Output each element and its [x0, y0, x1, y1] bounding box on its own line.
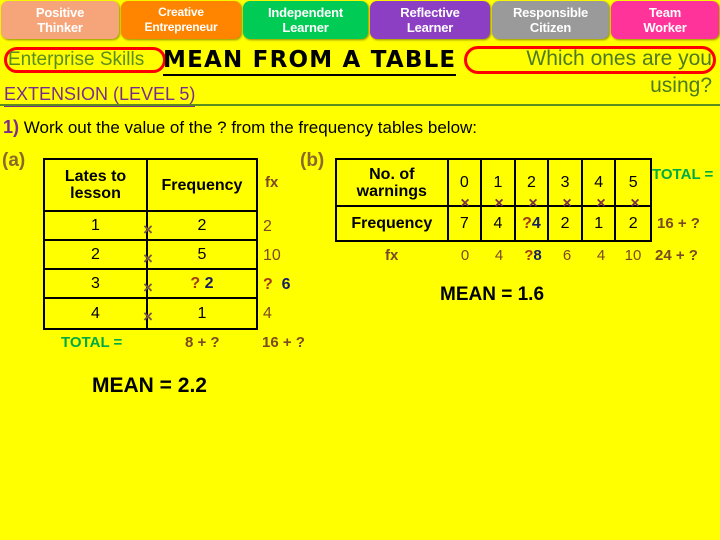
skill-tab-positive-thinker[interactable]: Positive Thinker: [1, 1, 119, 39]
answer-value: 4: [531, 214, 541, 232]
skill-label-line2: Learner: [282, 20, 329, 35]
table-a-fx-value: 4: [263, 305, 272, 322]
unknown-marker: ?: [190, 274, 201, 292]
answer-value: 2: [204, 274, 214, 292]
table-b-total-label: TOTAL =: [652, 166, 714, 183]
table-a-total-label: TOTAL =: [61, 334, 123, 351]
skill-label-line1: Team: [648, 5, 682, 20]
table-b-fx-value: ?8: [516, 247, 550, 264]
table-a-fx-value: ? 6: [263, 276, 303, 294]
unknown-marker: ?: [263, 276, 273, 293]
skill-label-line2: Entrepreneur: [144, 20, 218, 34]
table-b-row-label-frequency: Frequency: [337, 207, 449, 240]
table-b-fx-label: fx: [385, 247, 399, 264]
question-line: 1) Work out the value of the ? from the …: [3, 117, 477, 138]
table-a-cell-value: 2: [45, 241, 148, 268]
table-b-fx-value: 10: [624, 247, 642, 264]
table-a-header-frequency: Frequency: [161, 176, 243, 194]
table-b-fx-value: 0: [460, 247, 470, 264]
answer-value: 8: [533, 247, 542, 264]
skills-bar: Positive Thinker Creative Entrepreneur I…: [0, 0, 720, 40]
table-a-fx-value: 2: [263, 218, 272, 235]
question-number: 1): [3, 117, 20, 137]
skill-tab-responsible-citizen[interactable]: Responsible Citizen: [492, 1, 609, 39]
table-b-total-frequency: 16 + ?: [657, 215, 700, 232]
table-b-total-fx: 24 + ?: [655, 247, 698, 264]
table-a-header-row: Lates to lesson Frequency: [45, 160, 256, 212]
skill-label-line1: Independent: [267, 5, 344, 20]
table-a-cell-frequency: 5: [197, 245, 207, 263]
table-a-total-fx: 16 + ?: [262, 334, 305, 351]
table-b-fx-value: 6: [562, 247, 572, 264]
part-b-label: (b): [300, 150, 325, 171]
skill-label-line1: Responsible: [512, 5, 589, 20]
enterprise-skills-label: Enterprise Skills: [8, 49, 145, 70]
table-a-header-value: Lates to lesson: [45, 160, 148, 210]
skill-tab-reflective-learner[interactable]: Reflective Learner: [370, 1, 490, 39]
table-b-fx-value: 4: [596, 247, 606, 264]
skill-label-line1: Reflective: [400, 5, 460, 20]
multiply-icon: ×: [143, 307, 153, 326]
table-a-cell-value: 3: [45, 270, 148, 297]
table-a-cell-value: 4: [45, 299, 148, 328]
multiply-icon: ×: [143, 220, 153, 239]
skill-label-line1: Positive: [35, 5, 85, 20]
table-a-cell-frequency: ? 2: [148, 270, 256, 297]
multiply-icon: ×: [143, 278, 153, 297]
part-b-mean-result: MEAN = 1.6: [440, 284, 545, 305]
frequency-table-a: Lates to lesson Frequency 1 2 2 5 3 ? 2 …: [43, 158, 258, 330]
skill-tab-independent-learner[interactable]: Independent Learner: [243, 1, 368, 39]
table-a-fx-label: fx: [265, 174, 279, 191]
multiply-icon: ×: [630, 195, 640, 212]
skill-tab-team-worker[interactable]: Team Worker: [611, 1, 719, 39]
skill-label-line2: Citizen: [529, 20, 572, 35]
table-a-total-frequency: 8 + ?: [185, 334, 220, 351]
table-b-label-line2: warnings: [356, 182, 427, 200]
table-a-header-line1: Lates to: [64, 168, 127, 185]
part-a-mean-result: MEAN = 2.2: [92, 374, 207, 397]
table-a-header-line2: lesson: [70, 185, 121, 202]
skill-tab-creative-entrepreneur[interactable]: Creative Entrepreneur: [121, 1, 241, 39]
skill-label-line2: Thinker: [37, 20, 83, 35]
multiply-icon: ×: [562, 195, 572, 212]
multiply-icon: ×: [460, 195, 470, 212]
table-a-cell-frequency: 2: [197, 216, 207, 234]
multiply-icon: ×: [528, 195, 538, 212]
part-a-label: (a): [2, 150, 26, 171]
multiply-icon: ×: [596, 195, 606, 212]
table-b-row-label-warnings: No. of warnings: [337, 160, 449, 205]
table-a-cell-value: 1: [45, 212, 148, 239]
page-title: MEAN FROM A TABLE: [163, 47, 457, 76]
unknown-marker: ?: [522, 214, 532, 232]
multiply-icon: ×: [143, 249, 153, 268]
table-a-cell-frequency: 1: [197, 304, 207, 322]
skill-label-line1: Creative: [158, 5, 204, 19]
table-a-fx-value: 10: [263, 247, 281, 264]
answer-value: 6: [281, 276, 291, 293]
prompt-line-1: Which ones are you: [526, 47, 712, 70]
skill-label-line2: Worker: [643, 20, 687, 35]
table-b-label-line1: No. of: [369, 165, 415, 183]
table-b-fx-value: 4: [494, 247, 504, 264]
prompt-line-2: using?: [650, 74, 712, 97]
question-text: Work out the value of the ? from the fre…: [23, 118, 478, 137]
header-divider: [0, 104, 720, 106]
skill-label-line2: Learner: [406, 20, 454, 35]
multiply-icon: ×: [494, 195, 504, 212]
slide-root: Positive Thinker Creative Entrepreneur I…: [0, 0, 720, 540]
